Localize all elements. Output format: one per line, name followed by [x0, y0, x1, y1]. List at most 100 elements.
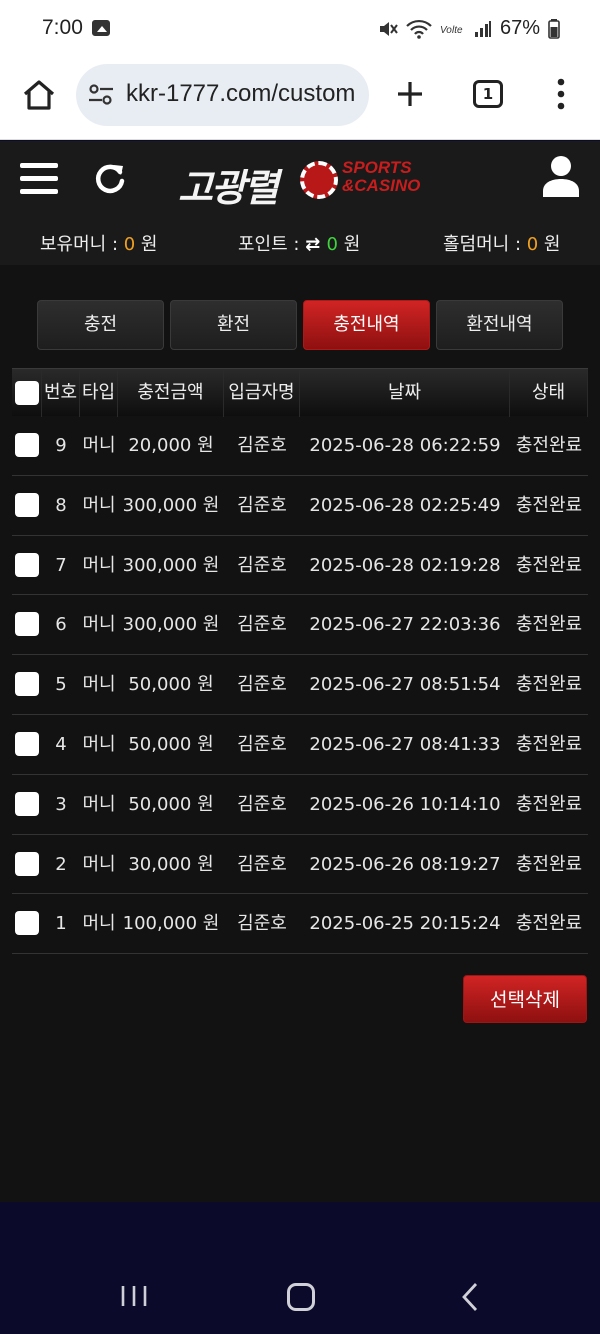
cell-no: 5	[55, 674, 67, 696]
cell-date: 2025-06-28 02:25:49	[309, 494, 501, 516]
cell-date: 2025-06-27 08:41:33	[309, 733, 501, 755]
cell-amount: 50,000 원	[128, 674, 214, 696]
cell-status: 충전완료	[515, 614, 583, 636]
status-icons: Vo lte 67%	[378, 17, 560, 40]
browser-toolbar: kkr-1777.com/custom 1	[0, 60, 600, 140]
svg-text:Vo: Vo	[440, 25, 452, 36]
menu-icon[interactable]	[20, 163, 58, 195]
site-logo[interactable]: 고광렬 SPORTS &CASINO	[178, 151, 428, 213]
battery-percent: 67%	[499, 17, 540, 39]
cell-type: 머니	[82, 435, 116, 456]
signal-icon	[474, 20, 491, 37]
header-no: 번호	[42, 369, 80, 417]
row-select-cell	[12, 655, 42, 714]
table-row: 9 머니 20,000 원 김준호 2025-06-28 06:22:59 충전완료	[12, 416, 588, 476]
table-row: 3 머니 50,000 원 김준호 2025-06-26 10:14:10 충전완료	[12, 775, 588, 835]
cell-amount: 300,000 원	[122, 614, 220, 636]
row-checkbox[interactable]	[15, 492, 39, 517]
delete-selected-button[interactable]: 선택삭제	[463, 975, 587, 1023]
cell-amount: 50,000 원	[128, 793, 214, 815]
holdem-balance: 홀덤머니 : 0 원	[443, 234, 561, 255]
tab-withdraw[interactable]: 환전	[170, 300, 297, 350]
cell-depositor: 김준호	[237, 554, 287, 576]
back-icon[interactable]	[460, 1282, 480, 1312]
cell-amount: 30,000 원	[128, 853, 214, 875]
row-select-cell	[12, 536, 42, 595]
row-checkbox[interactable]	[15, 731, 39, 756]
cell-date: 2025-06-27 22:03:36	[309, 614, 501, 636]
row-checkbox[interactable]	[15, 672, 39, 697]
volte-icon: Vo lte	[440, 25, 463, 36]
cell-no: 3	[55, 793, 67, 815]
url-text: kkr-1777.com/custom	[126, 80, 356, 107]
row-select-cell	[12, 835, 42, 894]
row-select-cell	[12, 775, 42, 834]
deposit-history-table: 번호 타입 충전금액 입금자명 날짜 상태 9 머니 20,000 원 김준호 2025…	[12, 368, 588, 955]
home-nav-icon[interactable]	[287, 1283, 315, 1311]
home-icon[interactable]	[22, 78, 56, 112]
cell-type: 머니	[82, 733, 116, 755]
row-select-cell	[12, 894, 42, 953]
select-all-cell	[12, 369, 42, 417]
tab-switcher-icon[interactable]: 1	[473, 80, 503, 108]
status-time: 7:00	[42, 16, 83, 39]
cell-amount: 300,000 원	[122, 494, 220, 516]
cell-status: 충전완료	[515, 494, 583, 516]
row-checkbox[interactable]	[15, 612, 39, 637]
cell-type: 머니	[82, 793, 116, 815]
cell-depositor: 김준호	[237, 614, 287, 636]
tab-deposit-history[interactable]: 충전내역	[303, 300, 430, 350]
row-select-cell	[12, 595, 42, 654]
cell-date: 2025-06-28 02:19:28	[309, 554, 501, 576]
row-checkbox[interactable]	[15, 791, 39, 816]
row-checkbox[interactable]	[15, 552, 39, 577]
cell-status: 충전완료	[515, 674, 583, 696]
recent-apps-icon[interactable]	[120, 1284, 148, 1308]
select-all-checkbox[interactable]	[15, 381, 39, 405]
header-status: 상태	[510, 369, 588, 417]
refresh-icon[interactable]	[92, 161, 128, 197]
tab-withdraw-history[interactable]: 환전내역	[436, 300, 563, 350]
battery-icon	[548, 18, 560, 39]
cell-depositor: 김준호	[237, 913, 287, 935]
site-content: 고광렬 SPORTS &CASINO 보유머니 : 0 원 포인트 : ⇄ 0 원…	[0, 141, 600, 1202]
table-row: 4 머니 50,000 원 김준호 2025-06-27 08:41:33 충전완료	[12, 715, 588, 775]
table-row: 8 머니 300,000 원 김준호 2025-06-28 02:25:49 충전완료	[12, 476, 588, 536]
table-header: 번호 타입 충전금액 입금자명 날짜 상태	[12, 368, 588, 417]
cell-depositor: 김준호	[237, 435, 287, 456]
cell-amount: 50,000 원	[128, 733, 214, 755]
cell-amount: 300,000 원	[122, 554, 220, 576]
wifi-icon	[406, 19, 432, 39]
more-menu-icon[interactable]	[553, 78, 569, 110]
cell-amount: 100,000 원	[122, 913, 220, 935]
new-tab-icon[interactable]	[396, 80, 424, 108]
row-checkbox[interactable]	[15, 911, 39, 936]
table-row: 6 머니 300,000 원 김준호 2025-06-27 22:03:36 충전완료	[12, 595, 588, 656]
cell-status: 충전완료	[515, 435, 583, 456]
site-settings-icon[interactable]	[88, 84, 114, 106]
cell-type: 머니	[82, 913, 116, 935]
cell-no: 2	[55, 853, 67, 875]
cell-no: 1	[55, 913, 67, 935]
row-select-cell	[12, 715, 42, 774]
row-checkbox[interactable]	[15, 851, 39, 876]
row-select-cell	[12, 476, 42, 535]
point-balance: 포인트 : ⇄ 0 원	[238, 234, 361, 255]
cell-no: 7	[55, 554, 67, 576]
url-bar[interactable]: kkr-1777.com/custom	[76, 64, 369, 126]
cell-date: 2025-06-26 10:14:10	[309, 793, 501, 815]
table-row: 2 머니 30,000 원 김준호 2025-06-26 08:19:27 충전완료	[12, 835, 588, 895]
cell-depositor: 김준호	[237, 674, 287, 696]
cell-type: 머니	[82, 853, 116, 875]
cell-status: 충전완료	[515, 853, 583, 875]
cell-depositor: 김준호	[237, 793, 287, 815]
row-select-cell	[12, 416, 42, 475]
mute-icon	[379, 21, 398, 36]
table-row: 7 머니 300,000 원 김준호 2025-06-28 02:19:28 충전완료	[12, 536, 588, 596]
user-icon[interactable]	[542, 155, 580, 197]
cell-type: 머니	[82, 554, 116, 576]
tab-deposit[interactable]: 충전	[37, 300, 164, 350]
row-checkbox[interactable]	[15, 433, 39, 457]
cell-depositor: 김준호	[237, 494, 287, 516]
status-bar: 7:00 Vo lte 67%	[0, 0, 600, 60]
